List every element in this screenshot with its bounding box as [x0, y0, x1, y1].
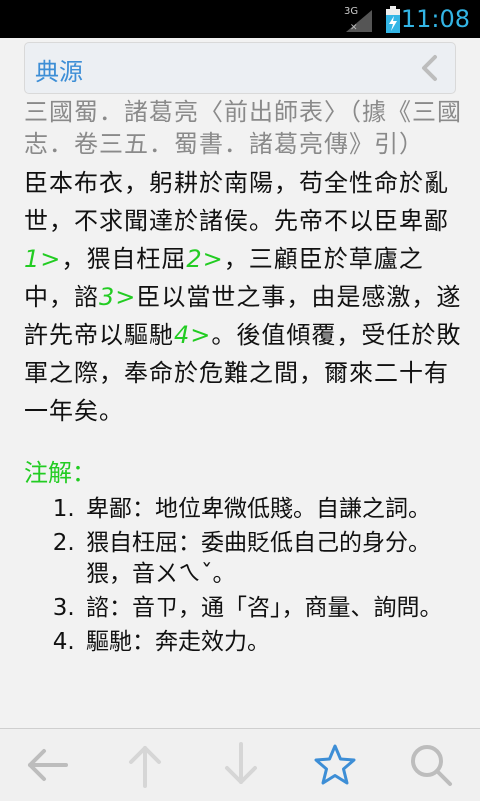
svg-text:✕: ✕ [350, 23, 358, 33]
status-bar: 3G ✕ 11:08 [0, 0, 480, 38]
note-ref-link[interactable]: 3> [99, 283, 136, 311]
page-title: 典源 [35, 58, 83, 86]
content-area: 三國蜀．諸葛亮〈前出師表〉（據《三國志．卷三五．蜀書．諸葛亮傳》引） 臣本布衣，… [24, 96, 464, 661]
up-arrow-icon [129, 746, 161, 788]
note-item: 諮：音ㄗ，通「咨」，商量、詢問。 [82, 593, 464, 624]
favorite-button[interactable] [310, 739, 360, 791]
source-citation: 三國蜀．諸葛亮〈前出師表〉（據《三國志．卷三五．蜀書．諸葛亮傳》引） [24, 98, 462, 158]
note-ref-link[interactable]: 1> [24, 245, 61, 273]
bottom-toolbar [0, 728, 480, 801]
passage-text: 臣本布衣，躬耕於南陽，苟全性命於亂世，不求聞達於諸侯。先帝不以臣卑鄙 1>，猥自枉… [24, 164, 464, 430]
chevron-left-icon[interactable] [415, 53, 445, 83]
down-arrow-icon [225, 742, 257, 784]
note-ref-link[interactable]: 4> [174, 321, 211, 349]
title-header: 典源 [24, 42, 456, 94]
note-item: 卑鄙：地位卑微低賤。自謙之詞。 [82, 494, 464, 525]
star-icon [314, 744, 356, 785]
clock: 11:08 [400, 5, 470, 33]
back-arrow-icon [28, 749, 68, 781]
signal-icon: ✕ [346, 10, 372, 33]
notes-heading: 注解： [24, 459, 96, 487]
passage-segment: ，猥自枉屈 [61, 245, 187, 273]
passage-segment: 臣本布衣，躬耕於南陽，苟全性命於亂世，不求聞達於諸侯。先帝不以臣卑鄙 [24, 169, 449, 235]
note-item: 猥自枉屈：委曲貶低自己的身分。猥，音ㄨㄟˇ。 [82, 528, 464, 590]
notes-list: 卑鄙：地位卑微低賤。自謙之詞。 猥自枉屈：委曲貶低自己的身分。猥，音ㄨㄟˇ。 諮… [24, 494, 464, 658]
note-ref-link[interactable]: 2> [186, 245, 223, 273]
back-button[interactable] [22, 739, 72, 791]
battery-icon [386, 6, 400, 33]
previous-button[interactable] [120, 739, 170, 791]
next-button[interactable] [216, 739, 266, 791]
note-item: 驅馳：奔走效力。 [82, 627, 464, 658]
search-button[interactable] [406, 739, 456, 791]
search-icon [411, 745, 452, 786]
